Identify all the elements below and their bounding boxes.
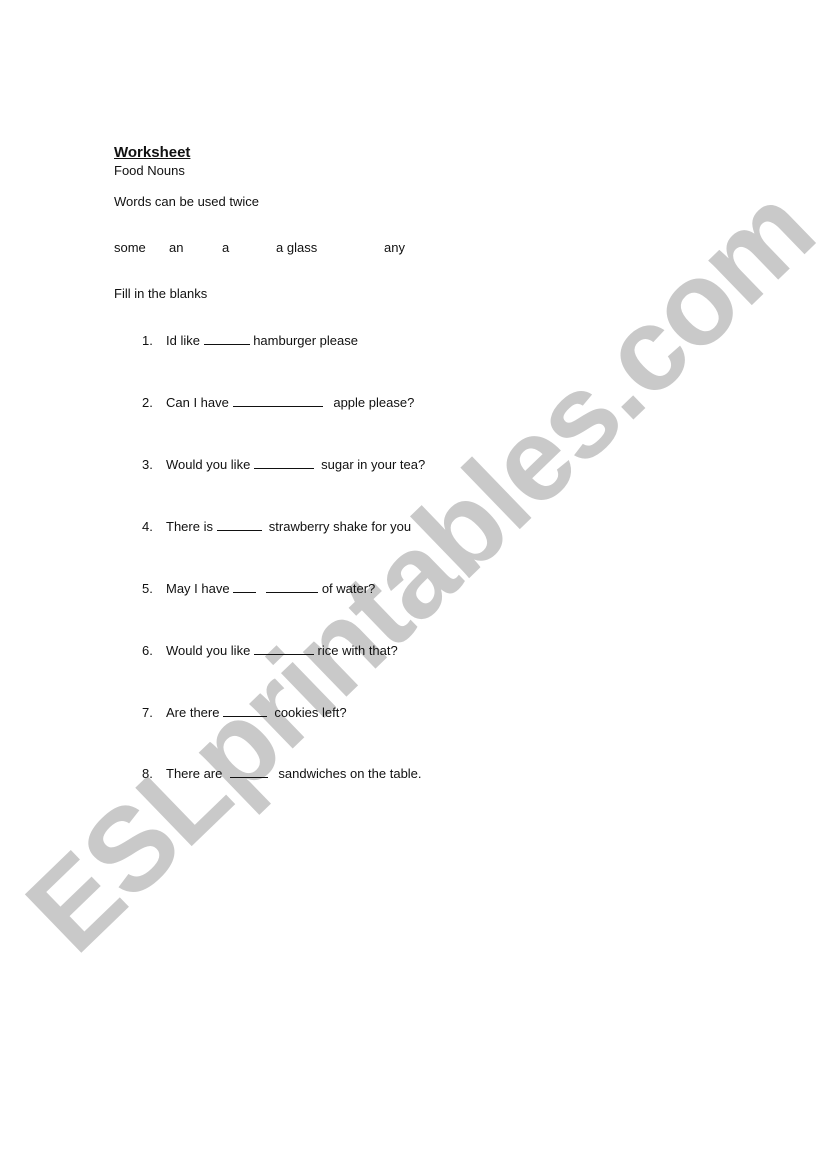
- question-text-after: cookies left?: [267, 705, 347, 720]
- question-text-before: May I have: [166, 581, 234, 596]
- question-text-before: There is: [166, 519, 217, 534]
- answer-blank[interactable]: [229, 766, 268, 778]
- question-number: 5.: [142, 581, 153, 596]
- instructions-note: Words can be used twice: [114, 194, 259, 209]
- question-item: Would you like sugar in your tea?: [166, 457, 425, 472]
- answer-blank[interactable]: [253, 643, 314, 655]
- worksheet-title: Worksheet: [114, 144, 191, 161]
- question-item: Can I have apple please?: [166, 395, 414, 410]
- question-text-after: apple please?: [322, 395, 415, 410]
- question-number: 8.: [142, 766, 153, 781]
- question-item: May I have of water?: [166, 581, 375, 596]
- question-text-after: rice with that?: [313, 643, 398, 658]
- question-text-after: strawberry shake for you: [261, 519, 412, 534]
- watermark: ESLprintables.com: [1, 163, 821, 977]
- question-number: 4.: [142, 519, 153, 534]
- worksheet-subtitle: Food Nouns: [114, 163, 185, 178]
- question-text-after: sandwiches on the table.: [267, 766, 422, 781]
- question-text-after: of water?: [318, 581, 376, 596]
- question-number: 1.: [142, 333, 153, 348]
- answer-blank[interactable]: [266, 581, 319, 593]
- question-text-before: Can I have: [166, 395, 233, 410]
- answer-blank[interactable]: [233, 581, 257, 593]
- answer-blank[interactable]: [232, 395, 323, 407]
- question-item: Id like hamburger please: [166, 333, 358, 348]
- question-number: 6.: [142, 643, 153, 658]
- question-text-before: Id like: [166, 333, 204, 348]
- question-text-after: hamburger please: [249, 333, 358, 348]
- word-bank-item: a glass: [276, 240, 318, 255]
- word-bank-item: any: [384, 240, 405, 255]
- question-item: There are sandwiches on the table.: [166, 766, 422, 781]
- question-item: Would you like rice with that?: [166, 643, 398, 658]
- question-item: Are there cookies left?: [166, 705, 347, 720]
- answer-blank[interactable]: [203, 333, 250, 345]
- question-number: 3.: [142, 457, 153, 472]
- fill-in-instruction: Fill in the blanks: [114, 286, 208, 301]
- question-text-before: Are there: [166, 705, 224, 720]
- answer-blank[interactable]: [253, 457, 314, 469]
- word-bank-item: a: [222, 240, 230, 255]
- answer-blank[interactable]: [223, 705, 268, 717]
- question-item: There is strawberry shake for you: [166, 519, 411, 534]
- answer-blank[interactable]: [216, 519, 262, 531]
- question-number: 7.: [142, 705, 153, 720]
- word-bank-item: an: [169, 240, 184, 255]
- question-text-before: Would you like: [166, 457, 254, 472]
- question-number: 2.: [142, 395, 153, 410]
- word-bank-item: some: [114, 240, 146, 255]
- question-text-before: Would you like: [166, 643, 254, 658]
- question-text-before: There are: [166, 766, 230, 781]
- question-text-after: sugar in your tea?: [313, 457, 426, 472]
